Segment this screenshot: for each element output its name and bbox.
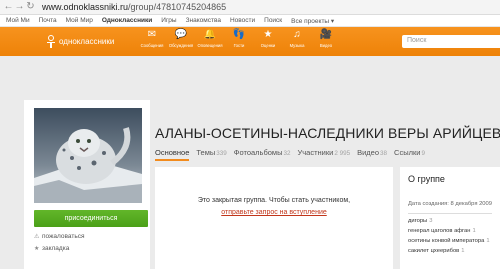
group-title: АЛАНЫ-ОСЕТИНЫ-НАСЛЕДНИКИ ВЕРЫ АРИЙЦЕВ . bbox=[155, 125, 500, 141]
ratings-icon: ★ bbox=[263, 29, 273, 40]
tab-links[interactable]: Ссылки9 bbox=[394, 148, 425, 161]
closed-group-panel: Это закрытая группа. Чтобы стать участни… bbox=[155, 167, 393, 269]
tab-topics[interactable]: Темы339 bbox=[196, 148, 226, 161]
topstrip-link[interactable]: Игры bbox=[161, 17, 176, 24]
page-title: АЛАНЫ-ОСЕТИНЫ-НАСЛЕДНИКИ ВЕРЫ АРИЙЦЕВ .🔒 bbox=[155, 125, 500, 141]
topstrip-link[interactable]: Знакомства bbox=[186, 17, 221, 24]
nav-video[interactable]: 🎥 Видео bbox=[313, 29, 339, 54]
all-projects-dropdown[interactable]: Все проекты ▾ bbox=[291, 17, 334, 25]
tab-main[interactable]: Основное bbox=[155, 148, 190, 161]
guests-icon: 👣 bbox=[232, 29, 246, 40]
send-join-request-link[interactable]: отправьте запрос на вступление bbox=[155, 209, 393, 216]
group-avatar[interactable] bbox=[34, 108, 142, 203]
portal-links-strip: Мой Ми Почта Мой Мир Одноклассники Игры … bbox=[0, 15, 500, 27]
category-count: 1 bbox=[486, 238, 490, 244]
tab-video[interactable]: Видео38 bbox=[357, 148, 387, 161]
about-heading: О группе bbox=[408, 174, 445, 184]
divider bbox=[408, 213, 492, 214]
topstrip-link[interactable]: Мой Ми bbox=[6, 17, 30, 24]
url-domain: www.odnoklassniki.ru bbox=[42, 2, 129, 12]
ok-logo-icon bbox=[46, 35, 56, 48]
nav-label: Сообщения bbox=[140, 43, 164, 48]
group-tabs: Основное Темы339 Фотоальбомы32 Участники… bbox=[155, 148, 432, 161]
category-count: 3 bbox=[429, 218, 433, 224]
tab-label: Темы bbox=[196, 148, 216, 157]
messages-icon: ✉ bbox=[147, 29, 157, 40]
tab-members[interactable]: Участники2 995 bbox=[298, 148, 351, 161]
closed-group-message: Это закрытая группа. Чтобы стать участни… bbox=[197, 197, 351, 204]
nav-music[interactable]: ♫ Музыка bbox=[284, 29, 310, 54]
search-input[interactable]: Поиск bbox=[402, 35, 500, 48]
tab-label: Основное bbox=[155, 148, 190, 157]
nav-label: Музыка bbox=[289, 43, 305, 48]
tab-count: 9 bbox=[421, 150, 425, 157]
nav-guests[interactable]: 👣 Гости bbox=[226, 29, 252, 54]
tab-count: 339 bbox=[216, 150, 227, 157]
topstrip-link[interactable]: Мой Мир bbox=[66, 17, 93, 24]
browser-address-bar: ← → ↻ www.odnoklassniki.ru/group/4781074… bbox=[0, 0, 500, 15]
url-field[interactable]: www.odnoklassniki.ru/group/4781074520486… bbox=[42, 2, 226, 12]
topstrip-link[interactable]: Почта bbox=[39, 17, 57, 24]
forward-arrow-icon[interactable]: → bbox=[14, 2, 25, 13]
nav-discussions[interactable]: 💬 Обсуждения bbox=[168, 29, 194, 54]
site-header: одноклассники ✉ Сообщения 💬 Обсуждения 🔔… bbox=[0, 27, 500, 56]
topstrip-link[interactable]: Новости bbox=[230, 17, 255, 24]
category-label: осетины конвой императора bbox=[408, 238, 485, 244]
video-icon: 🎥 bbox=[319, 29, 333, 40]
bookmark-link[interactable]: ★ закладка bbox=[34, 245, 69, 252]
tab-count: 38 bbox=[380, 150, 388, 157]
category-label: генерал цаголов афган bbox=[408, 228, 471, 234]
category-item[interactable]: дигоры 3 bbox=[408, 218, 500, 224]
logo-text: одноклассники bbox=[59, 37, 115, 46]
warning-icon: ⚠ bbox=[34, 234, 40, 240]
notifications-icon: 🔔 bbox=[203, 29, 217, 40]
complain-label: пожаловаться bbox=[42, 233, 85, 240]
discussions-icon: 💬 bbox=[174, 29, 188, 40]
reload-icon[interactable]: ↻ bbox=[25, 2, 36, 13]
header-nav: ✉ Сообщения 💬 Обсуждения 🔔 Оповещения 👣 … bbox=[139, 29, 342, 54]
category-count: 1 bbox=[461, 248, 465, 254]
complain-link[interactable]: ⚠ пожаловаться bbox=[34, 233, 85, 240]
topstrip-link[interactable]: Поиск bbox=[264, 17, 282, 24]
creation-date: Дата создания: 8 декабря 2009 bbox=[408, 201, 492, 207]
bookmark-label: закладка bbox=[42, 245, 70, 252]
tab-label: Видео bbox=[357, 148, 380, 157]
category-item[interactable]: генерал цаголов афган 1 bbox=[408, 228, 500, 234]
tab-count: 32 bbox=[283, 150, 291, 157]
nav-label: Обсуждения bbox=[168, 43, 194, 48]
nav-label: Гости bbox=[233, 43, 245, 48]
nav-label: Видео bbox=[319, 43, 333, 48]
category-count: 1 bbox=[472, 228, 476, 234]
left-column: присоединиться ⚠ пожаловаться ★ закладка bbox=[24, 100, 150, 269]
url-path: /group/47810745204865 bbox=[128, 2, 227, 12]
nav-notifications[interactable]: 🔔 Оповещения bbox=[197, 29, 223, 54]
music-icon: ♫ bbox=[293, 29, 301, 40]
nav-ratings[interactable]: ★ Оценки bbox=[255, 29, 281, 54]
category-item[interactable]: осетины конвой императора 1 bbox=[408, 238, 500, 244]
tab-count: 2 995 bbox=[334, 150, 351, 157]
tab-label: Участники bbox=[297, 148, 334, 157]
nav-messages[interactable]: ✉ Сообщения bbox=[139, 29, 165, 54]
tab-photo-albums[interactable]: Фотоальбомы32 bbox=[234, 148, 291, 161]
about-group-panel: О группе Дата создания: 8 декабря 2009 д… bbox=[400, 167, 500, 269]
back-arrow-icon[interactable]: ← bbox=[3, 2, 14, 13]
nav-label: Оценки bbox=[260, 43, 276, 48]
category-label: сакилет цхеерибов bbox=[408, 248, 460, 254]
tab-label: Ссылки bbox=[394, 148, 421, 157]
star-icon: ★ bbox=[34, 246, 40, 252]
nav-label: Оповещения bbox=[197, 43, 223, 48]
tab-label: Фотоальбомы bbox=[233, 148, 283, 157]
site-logo[interactable]: одноклассники bbox=[46, 35, 114, 48]
category-label: дигоры bbox=[408, 218, 428, 224]
join-group-button[interactable]: присоединиться bbox=[34, 210, 148, 227]
snow-leopard-avatar bbox=[34, 108, 142, 203]
category-item[interactable]: сакилет цхеерибов 1 bbox=[408, 248, 500, 254]
topstrip-link-active[interactable]: Одноклассники bbox=[102, 17, 152, 24]
